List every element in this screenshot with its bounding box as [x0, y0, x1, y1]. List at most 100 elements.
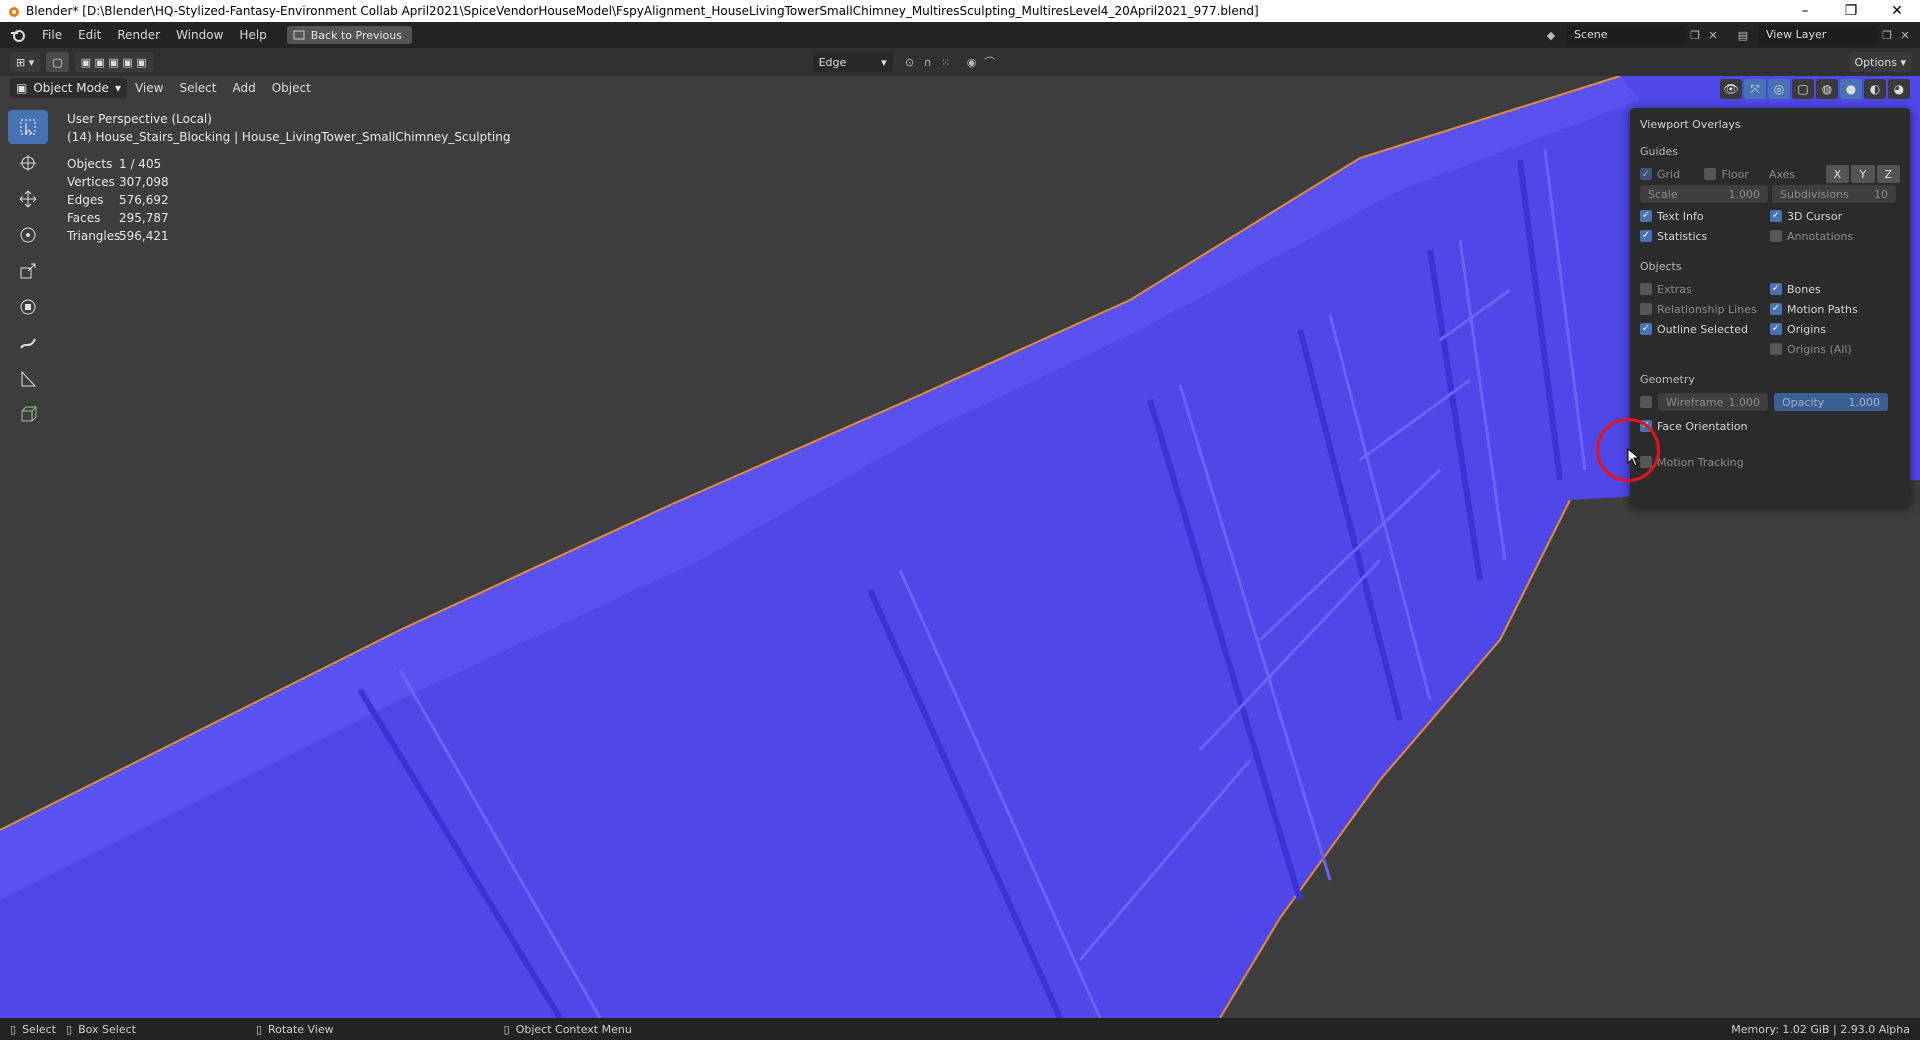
checkbox-box	[1640, 303, 1652, 315]
annotate-tool-icon[interactable]	[8, 326, 48, 360]
status-box-select-label: Box Select	[78, 1022, 136, 1036]
axes-label: Axes	[1768, 167, 1796, 181]
solid-shading-icon[interactable]: ●	[1840, 79, 1862, 99]
wireframe-checkbox[interactable]	[1640, 396, 1652, 408]
transform-tool-icon[interactable]	[8, 290, 48, 324]
stats-row: Triangles 596,421	[67, 227, 169, 245]
viewport-info-text: User Perspective (Local) (14) House_Stai…	[67, 110, 510, 146]
wireframe-field[interactable]: Wireframe 1.000	[1658, 393, 1768, 411]
menu-file[interactable]: File	[34, 22, 70, 48]
menu-help[interactable]: Help	[231, 22, 274, 48]
falloff-icon[interactable]: ⌒	[981, 53, 999, 71]
scene-field[interactable]: Scene	[1566, 26, 1686, 44]
scene-icon[interactable]: ◆	[1542, 26, 1560, 44]
motion-paths-checkbox[interactable]: Motion Paths	[1770, 303, 1900, 316]
menu-window[interactable]: Window	[168, 22, 231, 48]
chevron-down-icon: ▾	[881, 55, 887, 69]
maximize-button[interactable]: ❐	[1828, 0, 1874, 22]
select-tool-icon[interactable]: ▢	[46, 52, 69, 72]
statistics-checkbox[interactable]: Statistics	[1640, 230, 1770, 243]
axis-x-toggle[interactable]: X	[1825, 165, 1850, 183]
cursor-tool-icon[interactable]	[8, 146, 48, 180]
add-cube-tool-icon[interactable]	[8, 398, 48, 432]
move-tool-icon[interactable]	[8, 182, 48, 216]
stats-row: Vertices 307,098	[67, 173, 169, 191]
viewport-shading-controls: 👁 ⤧ ◎ ▢ ◍ ● ◐ ◕	[1720, 78, 1910, 100]
checkbox-box	[1640, 230, 1652, 242]
scale-value: 1.000	[1728, 187, 1761, 201]
view-layer-field[interactable]: View Layer	[1758, 26, 1878, 44]
close-button[interactable]: ✕	[1874, 0, 1920, 22]
pivot-point-icon[interactable]: ⊙	[901, 53, 919, 71]
geometry-heading: Geometry	[1640, 373, 1695, 386]
minimize-button[interactable]: –	[1782, 0, 1828, 22]
tool-header: ⊞ ▾ ▢ ▣ ▣ ▣ ▣ ▣ Edge ▾ ⊙ ∩ ⁙ ◉ ⌒ Options…	[0, 48, 1920, 76]
statistics-overlay: Objects 1 / 405 Vertices 307,098 Edges 576,…	[67, 155, 169, 245]
menu-add[interactable]: Add	[224, 81, 263, 95]
face-orientation-checkbox[interactable]: Face Orientation	[1640, 420, 1840, 433]
select-box-tool-icon[interactable]	[8, 110, 48, 144]
origins-all-checkbox[interactable]: Origins (All)	[1770, 343, 1900, 356]
chevron-down-icon: ▾	[114, 81, 121, 95]
remove-view-layer-icon[interactable]: ✕	[1896, 26, 1914, 44]
proportional-edit-icon[interactable]: ◉	[963, 53, 981, 71]
stats-value: 596,421	[119, 229, 169, 243]
snap-target-dropdown[interactable]: Edge ▾	[812, 52, 893, 72]
outline-selected-checkbox[interactable]: Outline Selected	[1640, 323, 1770, 336]
menu-render[interactable]: Render	[109, 22, 168, 48]
relationship-lines-checkbox[interactable]: Relationship Lines	[1640, 303, 1770, 316]
mouse-middle-icon: ▯	[66, 1022, 73, 1036]
remove-scene-icon[interactable]: ✕	[1704, 26, 1722, 44]
object-mode-label: Object Mode	[33, 81, 109, 95]
measure-tool-icon[interactable]	[8, 362, 48, 396]
opacity-value: 1.000	[1848, 395, 1881, 409]
annotations-checkbox[interactable]: Annotations	[1770, 230, 1900, 243]
scale-tool-icon[interactable]	[8, 254, 48, 288]
floor-checkbox[interactable]: Floor	[1704, 168, 1768, 181]
view-layer-icon[interactable]: ▤	[1734, 26, 1752, 44]
selection-mode-group[interactable]: ▣ ▣ ▣ ▣ ▣	[74, 52, 153, 72]
opacity-field[interactable]: Opacity 1.000	[1774, 393, 1888, 411]
3d-cursor-checkbox[interactable]: 3D Cursor	[1770, 210, 1900, 223]
wireframe-shading-icon[interactable]: ◍	[1816, 79, 1838, 99]
back-to-previous-button[interactable]: Back to Previous	[286, 26, 412, 44]
checkbox-box	[1770, 210, 1782, 222]
motion-tracking-checkbox[interactable]: Motion Tracking	[1640, 456, 1840, 469]
text-info-checkbox[interactable]: Text Info	[1640, 210, 1770, 223]
snap-magnet-icon[interactable]: ∩	[919, 53, 937, 71]
origins-checkbox[interactable]: Origins	[1770, 323, 1900, 336]
object-mode-dropdown[interactable]: ▣ Object Mode ▾	[10, 78, 127, 98]
visibility-eye-icon[interactable]: 👁	[1720, 79, 1742, 99]
menu-edit[interactable]: Edit	[70, 22, 109, 48]
xray-icon[interactable]: ▢	[1792, 79, 1814, 99]
menu-select[interactable]: Select	[171, 81, 224, 95]
overlays-icon[interactable]: ◎	[1768, 79, 1790, 99]
axis-y-toggle[interactable]: Y	[1851, 165, 1875, 183]
status-select: ▯ Select	[10, 1023, 56, 1036]
rendered-shading-icon[interactable]: ◕	[1888, 79, 1910, 99]
material-shading-icon[interactable]: ◐	[1864, 79, 1886, 99]
new-view-layer-icon[interactable]: ❐	[1878, 26, 1896, 44]
menu-view[interactable]: View	[127, 81, 171, 95]
options-dropdown[interactable]: Options ▾	[1848, 52, 1912, 72]
new-scene-icon[interactable]: ❐	[1686, 26, 1704, 44]
grid-subdivisions-field[interactable]: Subdivisions 10	[1772, 185, 1896, 203]
stats-label: Objects	[67, 157, 113, 171]
floor-label: Floor	[1721, 167, 1749, 181]
blender-logo-icon[interactable]	[10, 27, 26, 43]
grid-checkbox[interactable]: Grid	[1640, 168, 1704, 181]
stats-row: Faces 295,787	[67, 209, 169, 227]
gizmo-icon[interactable]: ⤧	[1744, 79, 1766, 99]
snap-increment-icon[interactable]: ⁙	[937, 53, 955, 71]
opacity-label: Opacity	[1782, 395, 1825, 409]
extras-checkbox[interactable]: Extras	[1640, 283, 1770, 296]
bones-checkbox[interactable]: Bones	[1770, 283, 1900, 296]
stats-row: Edges 576,692	[67, 191, 169, 209]
grid-scale-field[interactable]: Scale 1.000	[1640, 185, 1768, 203]
rotate-tool-icon[interactable]	[8, 218, 48, 252]
editor-type-button[interactable]: ⊞ ▾	[10, 52, 41, 72]
menu-object[interactable]: Object	[264, 81, 319, 95]
status-context-menu: ▯ Object Context Menu	[504, 1023, 632, 1036]
statistics-label: Statistics	[1657, 229, 1708, 243]
axis-z-toggle[interactable]: Z	[1876, 165, 1901, 183]
